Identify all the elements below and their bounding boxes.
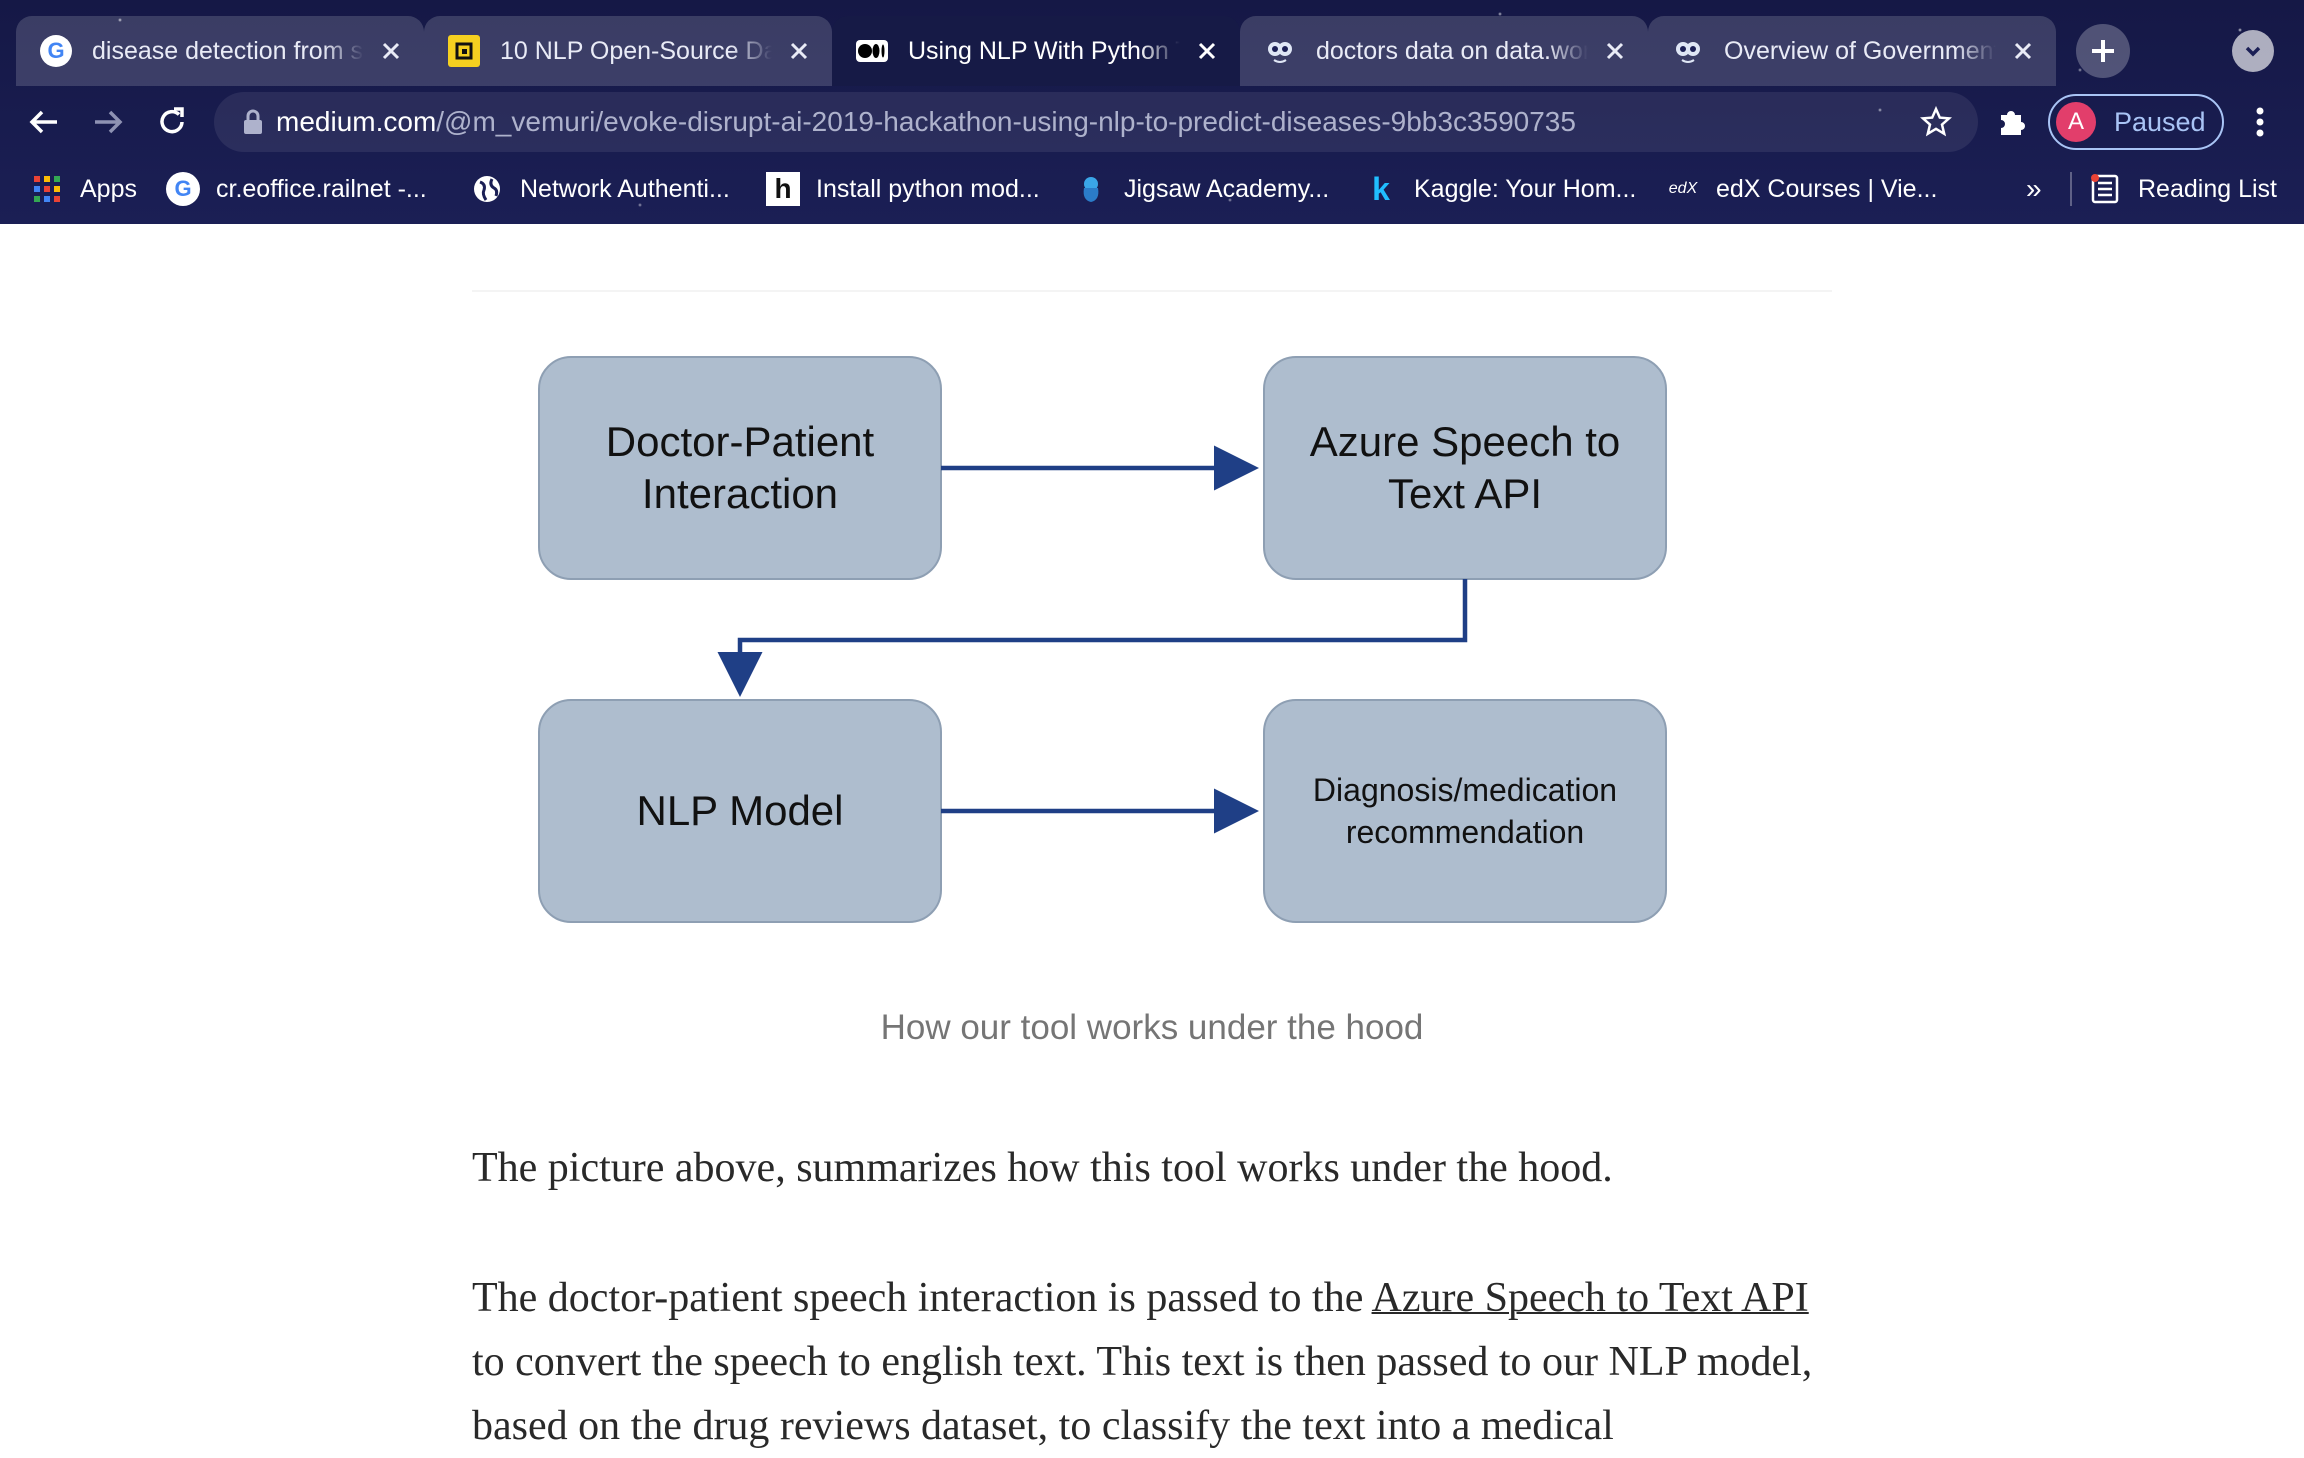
star-icon[interactable]	[1920, 106, 1952, 138]
chevron-down-icon	[2245, 46, 2261, 57]
bookmarks-overflow-button[interactable]: »	[2026, 168, 2042, 210]
close-icon[interactable]	[376, 36, 406, 66]
address-bar[interactable]: medium.com/@m_vemuri/evoke-disrupt-ai-20…	[214, 92, 1978, 152]
node-doctor-patient-label: Doctor-Patient Interaction	[605, 418, 875, 517]
bookmark-label: cr.eoffice.railnet -...	[216, 174, 427, 203]
kebab-menu-icon	[2256, 107, 2264, 137]
bookmark-label: Install python mod...	[816, 174, 1040, 203]
tab-title: disease detection from symptoms	[92, 36, 364, 65]
google-icon: G	[40, 35, 72, 67]
tab-using-nlp-python[interactable]: Using NLP With Python To Predict Disease…	[832, 16, 1240, 86]
bookmark-install-python[interactable]: h Install python mod...	[766, 168, 1040, 210]
tab-title: Using NLP With Python To Predict Disease…	[908, 36, 1180, 65]
avatar: A	[2056, 102, 2096, 142]
dataworld-icon	[1264, 35, 1296, 67]
h-icon: h	[766, 172, 800, 206]
lock-icon	[244, 109, 262, 134]
bookmark-label: Apps	[80, 174, 137, 203]
bookmark-label: Kaggle: Your Hom...	[1414, 174, 1637, 203]
reading-list-label: Reading List	[2138, 174, 2277, 203]
bookmarks-bar: Apps G cr.eoffice.railnet -... Network A…	[0, 168, 2304, 210]
bookmark-jigsaw[interactable]: Jigsaw Academy...	[1074, 168, 1329, 210]
forward-arrow-icon	[95, 110, 123, 134]
google-icon: G	[166, 172, 200, 206]
puzzle-icon	[2001, 111, 2025, 135]
url-text: medium.com/@m_vemuri/evoke-disrupt-ai-20…	[276, 106, 1576, 138]
new-tab-button[interactable]	[2076, 24, 2130, 78]
tab-nlp-datasets[interactable]: 10 NLP Open-Source Datasets	[424, 16, 832, 86]
browser-chrome: G disease detection from symptoms 10 NLP…	[0, 0, 2304, 224]
kaggle-icon: k	[1372, 170, 1390, 207]
url-domain: medium.com	[276, 106, 437, 137]
bookmark-kaggle[interactable]: k Kaggle: Your Hom...	[1364, 168, 1636, 210]
reading-list-icon	[2088, 172, 2122, 206]
medium-icon	[856, 40, 888, 62]
bookmark-label: edX Courses | Vie...	[1716, 174, 1938, 203]
paragraph-pipeline: The doctor-patient speech interaction is…	[472, 1266, 1832, 1458]
node-diagnosis-label: Diagnosis/medication recommendation	[1312, 772, 1618, 850]
bookmark-edx[interactable]: edX edX Courses | Vie...	[1666, 168, 1938, 210]
reload-icon	[160, 107, 184, 134]
reading-list-button[interactable]: Reading List	[2088, 168, 2277, 210]
close-icon[interactable]	[2008, 36, 2038, 66]
close-icon[interactable]	[784, 36, 814, 66]
forward-button[interactable]	[84, 98, 132, 146]
dataworld-icon	[1672, 35, 1704, 67]
globe-icon	[470, 172, 504, 206]
yellow-square-icon	[448, 35, 480, 67]
tab-title: Overview of Government	[1724, 36, 1996, 65]
plus-icon	[2092, 40, 2114, 62]
node-nlp-model-label: NLP Model	[636, 787, 844, 834]
back-arrow-icon	[29, 110, 57, 134]
menu-button[interactable]	[2236, 98, 2284, 146]
extensions-button[interactable]	[1988, 98, 2036, 146]
bookmark-label: Network Authenti...	[520, 174, 730, 203]
tab-title: doctors data on data.world	[1316, 36, 1588, 65]
jigsaw-icon	[1074, 172, 1108, 206]
paused-label: Paused	[2114, 106, 2206, 137]
profile-paused-button[interactable]: A Paused	[2048, 94, 2224, 150]
paragraph-summary: The picture above, summarizes how this t…	[472, 1145, 1613, 1191]
paragraph-text: to convert the speech to english text. T…	[472, 1339, 1813, 1449]
paragraph-text: The doctor-patient speech interaction is…	[472, 1275, 1372, 1321]
edge-azure-to-nlp	[717, 579, 1468, 697]
azure-speech-link[interactable]: Azure Speech to Text API	[1372, 1275, 1809, 1321]
bookmark-eoffice[interactable]: G cr.eoffice.railnet -...	[166, 168, 427, 210]
edx-icon: edX	[1668, 180, 1698, 197]
tab-search-button[interactable]	[2232, 30, 2274, 72]
figure-caption: How our tool works under the hood	[880, 1008, 1424, 1047]
bookmarks-divider	[2070, 172, 2072, 206]
bookmark-network-auth[interactable]: Network Authenti...	[470, 168, 730, 210]
close-icon[interactable]	[1192, 36, 1222, 66]
tab-overview-government[interactable]: Overview of Government	[1648, 16, 2056, 86]
url-path: /@m_vemuri/evoke-disrupt-ai-2019-hackath…	[436, 106, 1576, 137]
back-button[interactable]	[20, 98, 68, 146]
node-azure-speech-label: Azure Speech to Text API	[1309, 418, 1621, 517]
bookmark-label: Jigsaw Academy...	[1124, 174, 1330, 203]
tab-title: 10 NLP Open-Source Datasets	[500, 36, 772, 65]
reload-button[interactable]	[148, 98, 196, 146]
bookmark-apps[interactable]: Apps	[30, 168, 137, 210]
figure-top-divider	[472, 290, 1832, 292]
tab-doctors-data[interactable]: doctors data on data.world	[1240, 16, 1648, 86]
apps-grid-icon	[30, 172, 64, 206]
tab-disease-detection[interactable]: G disease detection from symptoms	[16, 16, 424, 86]
close-icon[interactable]	[1600, 36, 1630, 66]
